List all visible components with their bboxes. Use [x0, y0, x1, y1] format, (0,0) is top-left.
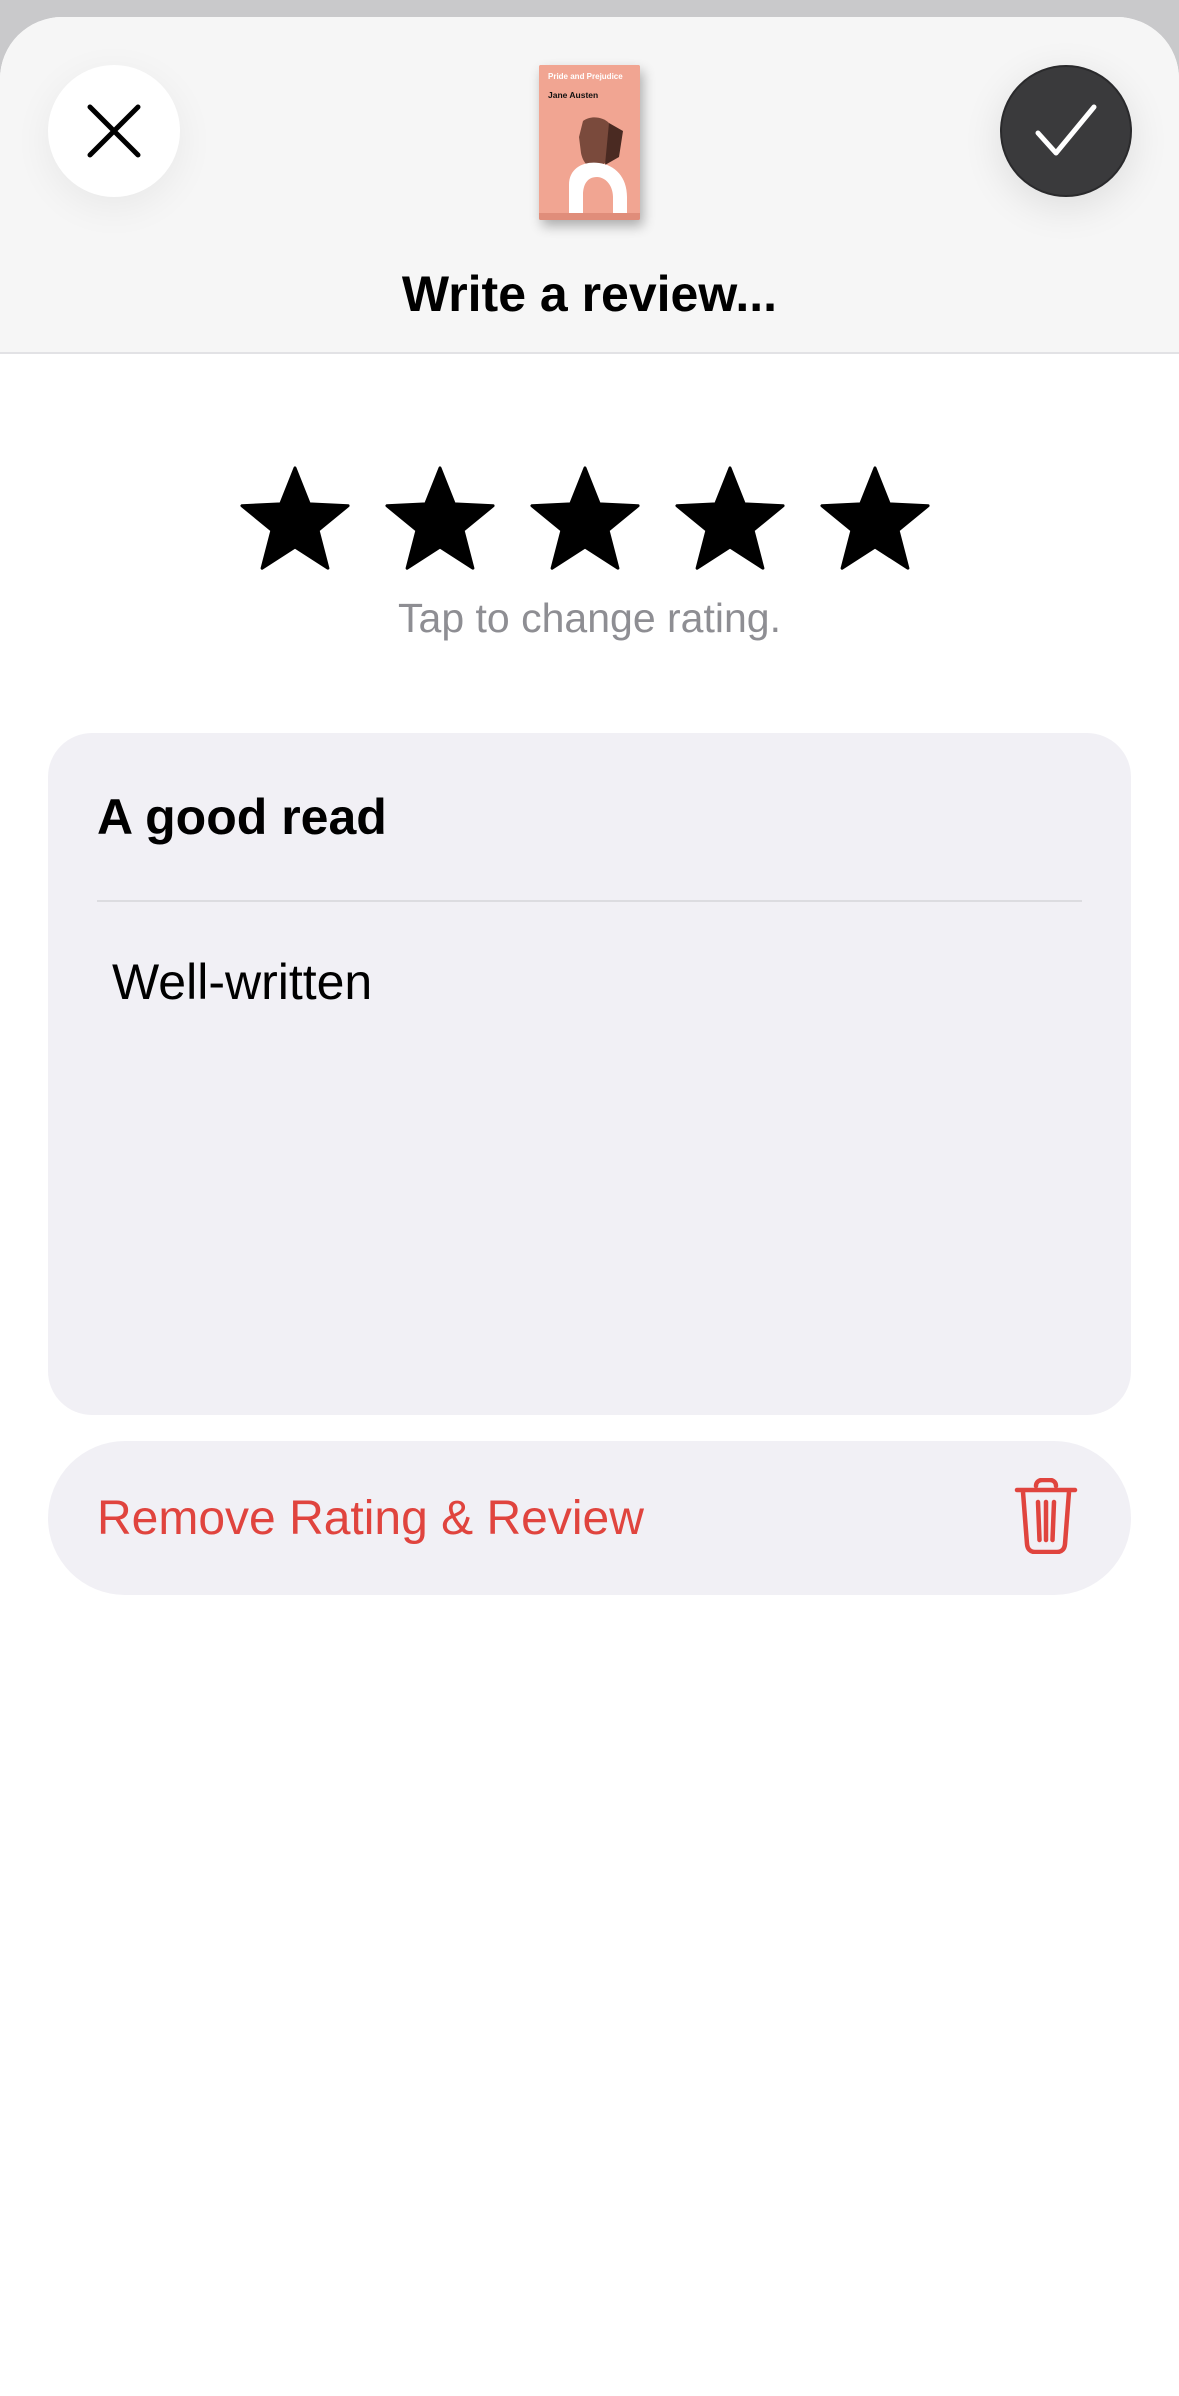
remove-label: Remove Rating & Review [97, 1492, 644, 1545]
rating-hint: Tap to change rating. [398, 595, 781, 641]
star-icon[interactable] [526, 462, 644, 580]
review-body-field[interactable]: Well-written [112, 953, 372, 1011]
close-icon [87, 104, 141, 158]
star-icon[interactable] [236, 462, 354, 580]
review-title-field[interactable]: A good read [97, 788, 387, 846]
star-icon[interactable] [381, 462, 499, 580]
checkmark-icon [1035, 104, 1097, 156]
remove-rating-review-button[interactable]: Remove Rating & Review [48, 1441, 1131, 1595]
card-divider [97, 900, 1082, 902]
star-icon[interactable] [816, 462, 934, 580]
cover-author: Jane Austen [548, 90, 599, 100]
sheet-title: Write a review... [401, 266, 778, 322]
star-rating[interactable] [236, 462, 934, 582]
trash-icon [1014, 1478, 1078, 1554]
cover-portrait [539, 65, 640, 220]
done-button[interactable] [1000, 65, 1132, 197]
review-card: A good read Well-written [48, 733, 1131, 1415]
review-sheet: Pride and Prejudice Jane Austen Write a … [0, 17, 1179, 2396]
star-icon[interactable] [671, 462, 789, 580]
sheet-header: Pride and Prejudice Jane Austen Write a … [0, 17, 1179, 354]
book-cover: Pride and Prejudice Jane Austen [539, 65, 640, 220]
close-button[interactable] [48, 65, 180, 197]
cover-title: Pride and Prejudice [548, 72, 623, 81]
